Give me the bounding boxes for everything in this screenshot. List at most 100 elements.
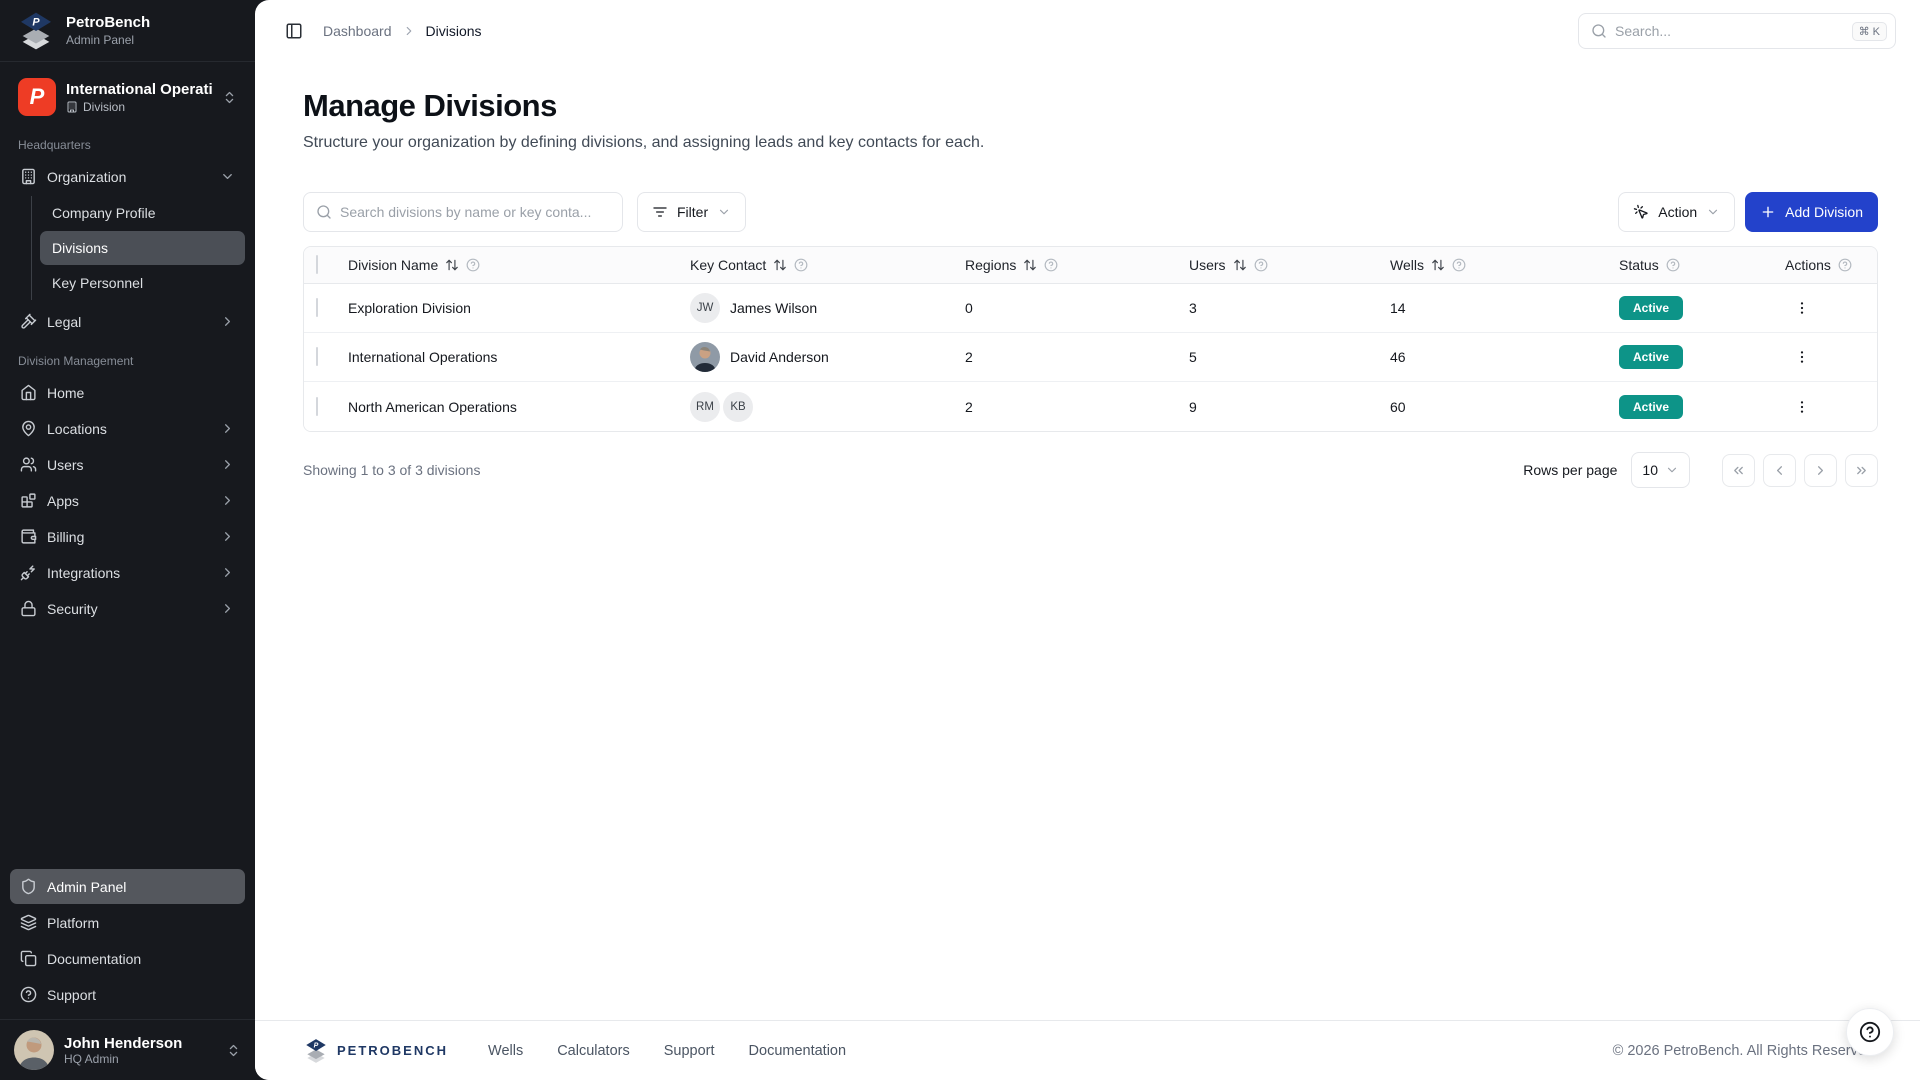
svg-text:P: P [314,1042,319,1049]
divisions-search-input[interactable] [340,204,610,220]
action-button-label: Action [1658,204,1697,220]
global-search[interactable]: ⌘ K [1578,13,1896,49]
chevron-right-icon [402,24,416,38]
sidebar-item-security[interactable]: Security [10,591,245,626]
table-row: Exploration DivisionJWJames Wilson0314Ac… [304,284,1877,333]
brand-subtitle: Admin Panel [66,33,150,47]
column-header-label: Key Contact [690,257,766,273]
chevron-right-icon [220,421,235,436]
select-all-checkbox[interactable] [316,255,318,274]
cell-key-contact: David Anderson [690,342,965,372]
chevron-right-icon [220,493,235,508]
arrow-up-down-icon [445,258,459,272]
org-name: International Operatio [66,81,212,98]
pointer-click-icon [1633,204,1649,220]
help-circle-icon [1666,258,1680,272]
sidebar-subitem-key-personnel[interactable]: Key Personnel [40,266,245,300]
user-role: HQ Admin [64,1052,216,1066]
more-vertical-icon [1794,399,1810,415]
sidebar-toggle-button[interactable] [279,16,309,46]
sidebar-subitem-company-profile[interactable]: Company Profile [40,196,245,230]
wallet-icon [20,528,37,545]
sidebar-item-documentation[interactable]: Documentation [10,941,245,976]
sidebar: P PetroBench Admin Panel P International… [0,0,255,1080]
user-avatar [14,1030,54,1070]
sidebar-item-admin-panel[interactable]: Admin Panel [10,869,245,904]
contact-avatar-initials: RM [690,392,720,422]
footer-link-wells[interactable]: Wells [488,1043,523,1059]
plus-icon [1760,204,1776,220]
row-actions-button[interactable] [1787,392,1817,422]
rows-per-page-select[interactable]: 10 [1631,452,1690,488]
row-checkbox[interactable] [316,298,318,317]
chevron-down-icon [1706,205,1720,219]
table-row: International OperationsDavid Anderson25… [304,333,1877,382]
chevron-right-icon [1813,463,1828,478]
main-surface: Dashboard Divisions ⌘ K Manage Divisions… [255,0,1920,1080]
cell-actions [1785,342,1877,372]
row-actions-button[interactable] [1787,342,1817,372]
submenu: Company ProfileDivisionsKey Personnel [31,196,245,300]
divisions-search[interactable] [303,192,623,232]
cell-division-name: Exploration Division [348,300,690,316]
sidebar-item-apps[interactable]: Apps [10,483,245,518]
cell-key-contact: JWJames Wilson [690,293,965,323]
brand-text: PetroBench Admin Panel [66,14,150,47]
footer-link-support[interactable]: Support [664,1043,715,1059]
sidebar-item-locations[interactable]: Locations [10,411,245,446]
column-header-actions: Actions [1785,257,1877,273]
cell-status: Active [1619,345,1785,369]
sidebar-item-support[interactable]: Support [10,977,245,1012]
footer-link-documentation[interactable]: Documentation [749,1043,847,1059]
sidebar-item-platform[interactable]: Platform [10,905,245,940]
sidebar-item-billing[interactable]: Billing [10,519,245,554]
header-cell-checkbox [304,256,348,274]
footer-brand: P PetroBench [303,1038,448,1064]
user-card[interactable]: John Henderson HQ Admin [0,1019,255,1080]
sidebar-item-organization[interactable]: Organization [10,159,245,194]
contact-avatar-initials: KB [723,392,753,422]
next-page-button[interactable] [1804,454,1837,487]
help-fab-button[interactable] [1846,1008,1894,1056]
chevron-down-icon [1665,463,1679,477]
global-search-input[interactable] [1615,23,1844,39]
status-badge: Active [1619,296,1683,320]
chevron-down-icon [220,169,235,184]
filter-icon [652,204,668,220]
row-checkbox[interactable] [316,347,318,366]
sidebar-item-users[interactable]: Users [10,447,245,482]
add-division-button[interactable]: Add Division [1745,192,1878,232]
cell-division-name: International Operations [348,349,690,365]
rows-per-page: Rows per page 10 [1523,452,1878,488]
org-logo: P [18,78,56,116]
sidebar-item-label: Legal [47,314,210,330]
sidebar-subitem-divisions[interactable]: Divisions [40,231,245,265]
sidebar-item-home[interactable]: Home [10,375,245,410]
status-badge: Active [1619,395,1683,419]
filter-button[interactable]: Filter [637,192,746,232]
prev-page-button[interactable] [1763,454,1796,487]
org-text: International Operatio Division [66,81,212,114]
sidebar-item-label: Billing [47,529,210,545]
search-icon [1591,23,1607,39]
cell-actions [1785,392,1877,422]
sidebar-item-label: Documentation [47,951,235,967]
chevrons-up-down-icon [222,90,237,105]
breadcrumb-dashboard[interactable]: Dashboard [323,23,392,39]
footer-link-calculators[interactable]: Calculators [557,1043,630,1059]
sidebar-item-label: Apps [47,493,210,509]
org-switcher[interactable]: P International Operatio Division [12,72,243,122]
row-actions-button[interactable] [1787,293,1817,323]
pagination-buttons [1722,454,1878,487]
first-page-button[interactable] [1722,454,1755,487]
sidebar-item-legal[interactable]: Legal [10,304,245,339]
action-button[interactable]: Action [1618,192,1735,232]
lock-icon [20,600,37,617]
sidebar-item-label: Organization [47,169,210,185]
table-toolbar: Filter Action Add Division [303,192,1878,232]
help-circle-icon [1452,258,1466,272]
last-page-button[interactable] [1845,454,1878,487]
sidebar-item-integrations[interactable]: Integrations [10,555,245,590]
row-checkbox[interactable] [316,397,318,416]
column-header-label: Wells [1390,257,1424,273]
